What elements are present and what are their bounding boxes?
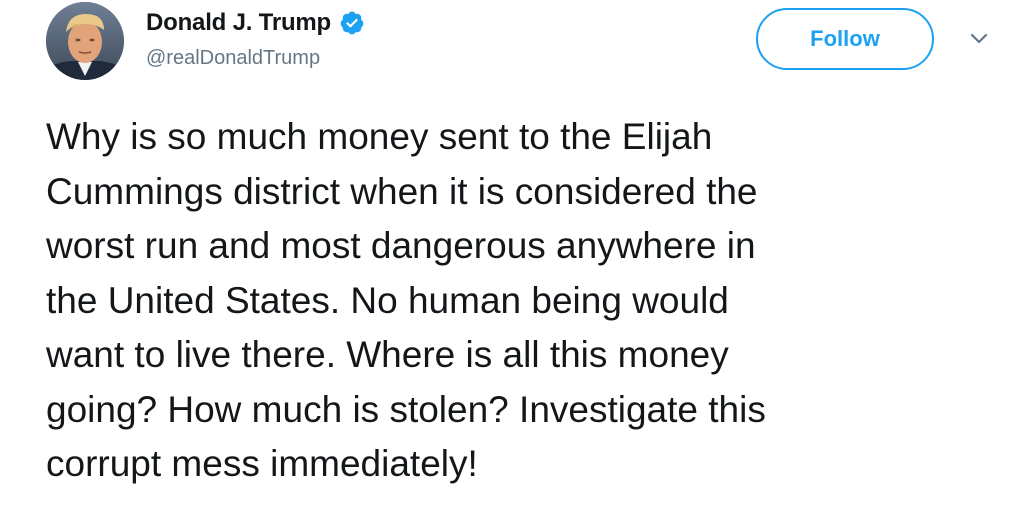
avatar-image — [46, 2, 124, 80]
chevron-down-icon[interactable] — [964, 28, 994, 50]
verified-badge-icon — [339, 10, 365, 36]
tweet-card: Donald J. Trump @realDonaldTrump Follow … — [0, 0, 1024, 512]
follow-button[interactable]: Follow — [756, 8, 934, 70]
avatar[interactable] — [46, 2, 124, 80]
author-name-row: Donald J. Trump — [146, 6, 365, 40]
author-handle[interactable]: @realDonaldTrump — [146, 47, 320, 70]
tweet-text: Why is so much money sent to the Elijah … — [46, 116, 766, 484]
author-display-name[interactable]: Donald J. Trump — [146, 9, 331, 37]
